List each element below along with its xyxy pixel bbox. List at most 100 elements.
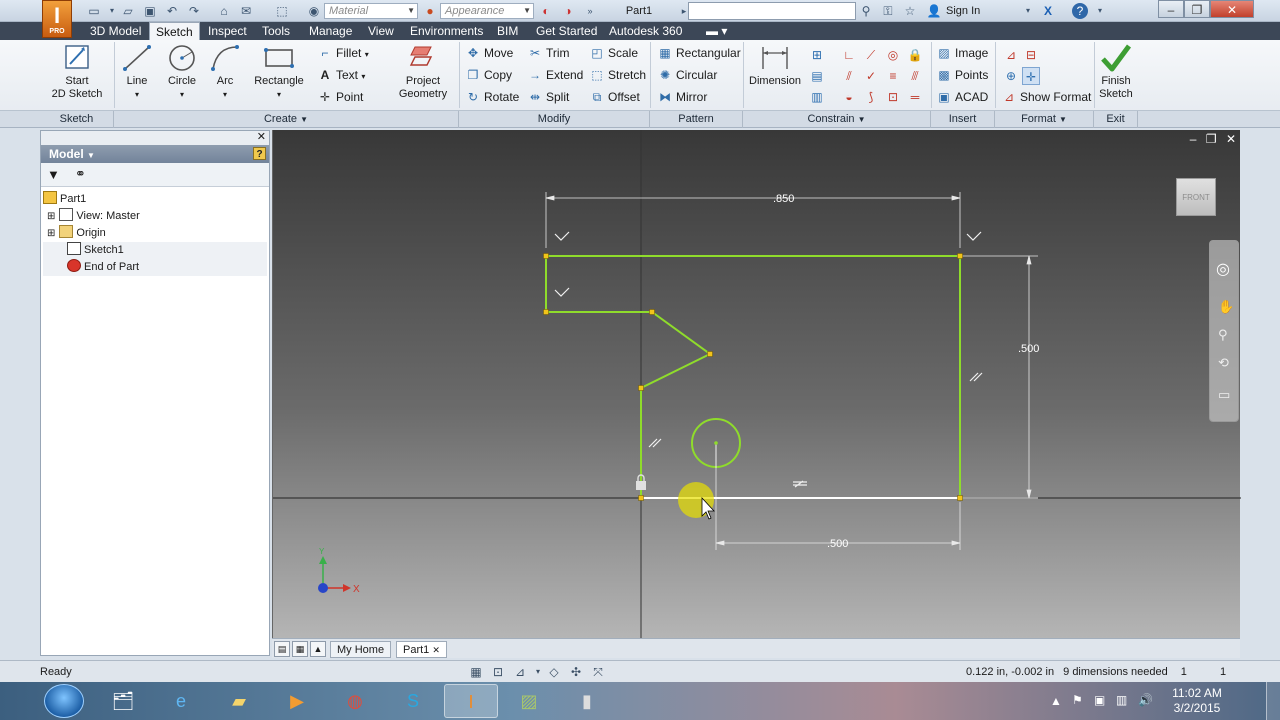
tree-item-sketch1[interactable]: Sketch1	[43, 242, 267, 259]
parallel-constraint-icon[interactable]: ⟋	[862, 46, 880, 64]
circular-pattern-button[interactable]: ✺ Circular	[658, 65, 717, 85]
tray-app-icon[interactable]: ▣	[1094, 693, 1105, 707]
perpendicular-constraint-icon[interactable]: ∟	[840, 46, 858, 64]
window-list-icon[interactable]: ▲	[310, 641, 326, 657]
chevron-down-icon[interactable]: ▾	[1020, 3, 1036, 19]
show-desktop-button[interactable]	[1266, 682, 1280, 720]
dimension-button[interactable]: Dimension	[746, 43, 804, 88]
project-geometry-button[interactable]: Project Geometry	[394, 43, 452, 101]
tree-item-origin[interactable]: ⊞ Origin	[43, 225, 267, 242]
tab-environments[interactable]: Environments	[404, 22, 489, 40]
stretch-button[interactable]: ⬚ Stretch	[590, 65, 646, 85]
chevron-down-icon[interactable]: ▾	[1092, 3, 1108, 19]
sketch-view-icon[interactable]: ⊡	[490, 664, 506, 680]
tab-part1[interactable]: Part1 ✕	[396, 641, 447, 658]
undo-icon[interactable]: ↶	[164, 3, 180, 19]
volume-icon[interactable]: 🔊	[1138, 693, 1153, 707]
ribbon-display-toggle-icon[interactable]: ▬ ▾	[700, 22, 733, 40]
slice-graphics-icon[interactable]: ◇	[546, 664, 562, 680]
new-file-icon[interactable]: ▭	[86, 3, 102, 19]
line-button[interactable]: Line ▾	[120, 43, 154, 101]
new-dropdown-icon[interactable]: ▾	[104, 3, 120, 19]
network-icon[interactable]: ▥	[1116, 693, 1127, 707]
windows-start-icon[interactable]	[44, 684, 84, 718]
key-icon[interactable]: ⚿	[880, 3, 896, 19]
binoculars-icon[interactable]: ⚭	[75, 166, 86, 182]
coincident-constraint-icon[interactable]: ⫽	[840, 67, 858, 85]
filter-icon[interactable]: ▼	[47, 167, 60, 182]
constraint-inference-icon[interactable]: ⊿	[512, 664, 528, 680]
start-2d-sketch-button[interactable]: Start 2D Sketch	[48, 43, 106, 101]
close-tab-icon[interactable]: ✕	[432, 645, 440, 655]
point-button[interactable]: ✛ Point	[318, 87, 363, 107]
system-clock[interactable]: 11:02 AM 3/2/2015	[1162, 686, 1232, 716]
mirror-button[interactable]: ⧓ Mirror	[658, 87, 707, 107]
cascade-windows-icon[interactable]: ▦	[292, 641, 308, 657]
arc-button[interactable]: Arc ▾	[208, 43, 242, 101]
tab-tools[interactable]: Tools	[256, 22, 296, 40]
select-icon[interactable]: ⬚	[274, 3, 290, 19]
favorites-star-icon[interactable]: ☆	[902, 3, 918, 19]
tab-manage[interactable]: Manage	[303, 22, 358, 40]
insert-image-button[interactable]: ▨ Image	[937, 43, 988, 63]
restore-window-button[interactable]: ❐	[1184, 0, 1210, 18]
tab-3d-model[interactable]: 3D Model	[84, 22, 147, 40]
show-dof-icon[interactable]: ✣	[568, 664, 584, 680]
tab-bim[interactable]: BIM	[491, 22, 524, 40]
close-browser-icon[interactable]: ✕	[257, 131, 266, 144]
home-icon[interactable]: ⌂	[216, 3, 232, 19]
auto-dimension-icon[interactable]: ⊞	[808, 46, 826, 64]
relax-mode-icon[interactable]: ⤧	[590, 664, 606, 680]
file-explorer-icon[interactable]: ▰	[212, 684, 266, 718]
minimize-window-button[interactable]: –	[1158, 0, 1184, 18]
material-select[interactable]: Material ▼	[324, 3, 418, 19]
fillet-button[interactable]: ⌐ Fillet ▾	[318, 43, 368, 63]
media-player-icon[interactable]: ▶	[270, 684, 324, 718]
inventor-taskbar-icon[interactable]: I	[444, 684, 498, 718]
sign-in-link[interactable]: Sign In	[946, 3, 980, 19]
dimension-value[interactable]: .500	[827, 538, 848, 550]
grid-snap-icon[interactable]: ▦	[468, 664, 484, 680]
show-format-button[interactable]: ⊿ Show Format	[1002, 87, 1091, 107]
skype-icon[interactable]: S	[386, 684, 440, 718]
document-app-icon[interactable]: ▨	[502, 684, 556, 718]
copy-button[interactable]: ❐ Copy	[466, 65, 512, 85]
chrome-icon[interactable]: ◍	[328, 684, 382, 718]
construction-icon[interactable]: ⊿	[1002, 46, 1020, 64]
panel-label-constrain[interactable]: Constrain ▼	[743, 111, 931, 128]
expand-icon[interactable]: ⊞	[47, 211, 55, 222]
graphics-viewport[interactable]: – ❐ ✕ FRONT ◎ ✋ ⚲ ⟲ ▭ .850 .500 .500 X Y	[272, 130, 1241, 638]
open-file-icon[interactable]: ▱	[120, 3, 136, 19]
binoculars-icon[interactable]: ⚲	[858, 3, 874, 19]
user-folder-icon[interactable]: 🗂	[96, 684, 150, 718]
help-search-input[interactable]	[688, 2, 856, 20]
rotate-button[interactable]: ↻ Rotate	[466, 87, 519, 107]
help-icon[interactable]: ?	[1072, 3, 1088, 19]
close-window-button[interactable]: ✕	[1210, 0, 1254, 18]
tab-sketch[interactable]: Sketch	[149, 22, 200, 40]
smooth-constraint-icon[interactable]: ◒	[840, 88, 858, 106]
driven-dimension-icon[interactable]: ✛	[1022, 67, 1040, 85]
vertical-constraint-icon[interactable]: ⫻	[906, 67, 924, 85]
equal-constraint-icon[interactable]: ⊡	[884, 88, 902, 106]
redo-icon[interactable]: ↷	[186, 3, 202, 19]
constraint-settings-icon[interactable]: ▥	[808, 88, 826, 106]
horizontal-constraint-icon[interactable]: ≡	[884, 67, 902, 85]
show-hidden-icons[interactable]: ▲	[1050, 694, 1062, 708]
browser-header[interactable]: Model ▼ ?	[41, 145, 269, 163]
insert-points-button[interactable]: ▩ Points	[937, 65, 988, 85]
extend-button[interactable]: → Extend	[528, 65, 583, 85]
scale-button[interactable]: ◰ Scale	[590, 43, 638, 63]
tree-item-view-master[interactable]: ⊞ View: Master	[43, 208, 267, 225]
tab-autodesk-360[interactable]: Autodesk 360	[603, 22, 688, 40]
exchange-icon[interactable]: X	[1040, 3, 1056, 19]
internet-explorer-icon[interactable]: e	[154, 684, 208, 718]
concentric-constraint-icon[interactable]: ═	[906, 88, 924, 106]
circle-button[interactable]: Circle ▾	[163, 43, 201, 101]
panel-label-format[interactable]: Format ▼	[995, 111, 1094, 128]
tree-item-part1[interactable]: Part1	[43, 191, 267, 208]
center-point-icon[interactable]: ⊕	[1002, 67, 1020, 85]
offset-button[interactable]: ⧉ Offset	[590, 87, 640, 107]
split-button[interactable]: ⇹ Split	[528, 87, 569, 107]
clear-icon[interactable]: ◑	[560, 3, 576, 19]
